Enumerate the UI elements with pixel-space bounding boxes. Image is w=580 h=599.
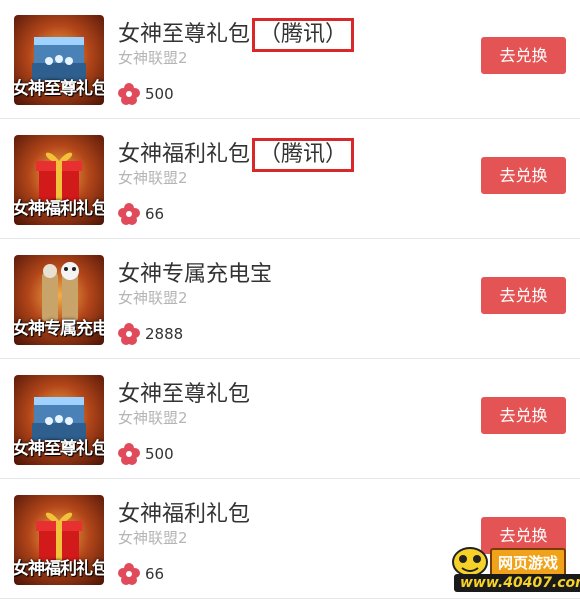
flower-icon bbox=[118, 443, 140, 465]
item-title-text: 女神福利礼包 bbox=[118, 142, 251, 167]
item-thumbnail[interactable]: 女神至尊礼包 bbox=[14, 15, 104, 105]
item-thumbnail[interactable]: 女神专属充电宝 bbox=[14, 255, 104, 345]
price-value: 2888 bbox=[145, 325, 184, 343]
mascot-icon bbox=[452, 547, 488, 577]
item-price: 500 bbox=[118, 443, 174, 465]
list-item[interactable]: 女神福利礼包 女神福利礼包 （腾讯） 女神联盟2 66 去兑换 bbox=[0, 119, 580, 239]
item-title: 女神福利礼包 bbox=[118, 502, 251, 527]
item-subtitle: 女神联盟2 bbox=[118, 529, 188, 547]
item-subtitle: 女神联盟2 bbox=[118, 169, 188, 187]
list-item[interactable]: 女神至尊礼包 女神至尊礼包 女神联盟2 500 去兑换 bbox=[0, 359, 580, 479]
watermark-url: www.40407.com bbox=[454, 574, 580, 592]
item-price: 500 bbox=[118, 83, 174, 105]
watermark-title: 网页游戏 bbox=[490, 548, 567, 577]
flower-icon bbox=[118, 83, 140, 105]
item-title: 女神专属充电宝 bbox=[118, 262, 273, 287]
flower-icon bbox=[118, 323, 140, 345]
item-thumbnail[interactable]: 女神至尊礼包 bbox=[14, 375, 104, 465]
site-watermark: 网页游戏 www.40407.com bbox=[450, 540, 580, 598]
price-value: 66 bbox=[145, 205, 165, 223]
thumbnail-caption: 女神至尊礼包 bbox=[14, 79, 104, 99]
thumbnail-caption: 女神福利礼包 bbox=[14, 199, 104, 219]
item-price: 2888 bbox=[118, 323, 183, 345]
flower-icon bbox=[118, 563, 140, 585]
tencent-tag: （腾讯） bbox=[252, 138, 355, 172]
item-thumbnail[interactable]: 女神福利礼包 bbox=[14, 495, 104, 585]
item-price: 66 bbox=[118, 203, 164, 225]
item-title-text: 女神至尊礼包 bbox=[118, 22, 251, 47]
item-subtitle: 女神联盟2 bbox=[118, 409, 188, 427]
flower-icon bbox=[118, 203, 140, 225]
price-value: 500 bbox=[145, 445, 174, 463]
item-subtitle: 女神联盟2 bbox=[118, 49, 188, 67]
list-item[interactable]: 女神专属充电宝 女神专属充电宝 女神联盟2 2888 去兑换 bbox=[0, 239, 580, 359]
item-subtitle: 女神联盟2 bbox=[118, 289, 188, 307]
item-thumbnail[interactable]: 女神福利礼包 bbox=[14, 135, 104, 225]
redeem-button[interactable]: 去兑换 bbox=[481, 277, 566, 314]
item-title: 女神至尊礼包 bbox=[118, 382, 251, 407]
gift-list: 女神至尊礼包 女神至尊礼包 （腾讯） 女神联盟2 500 去兑换 女神福利礼包 女… bbox=[0, 0, 580, 599]
thumbnail-caption: 女神至尊礼包 bbox=[14, 439, 104, 459]
redeem-button[interactable]: 去兑换 bbox=[481, 157, 566, 194]
list-item[interactable]: 女神至尊礼包 女神至尊礼包 （腾讯） 女神联盟2 500 去兑换 bbox=[0, 0, 580, 119]
item-price: 66 bbox=[118, 563, 164, 585]
thumbnail-caption: 女神福利礼包 bbox=[14, 559, 104, 579]
price-value: 500 bbox=[145, 85, 174, 103]
redeem-button[interactable]: 去兑换 bbox=[481, 37, 566, 74]
price-value: 66 bbox=[145, 565, 165, 583]
thumbnail-caption: 女神专属充电宝 bbox=[14, 319, 104, 339]
tencent-tag: （腾讯） bbox=[252, 18, 355, 52]
redeem-button[interactable]: 去兑换 bbox=[481, 397, 566, 434]
